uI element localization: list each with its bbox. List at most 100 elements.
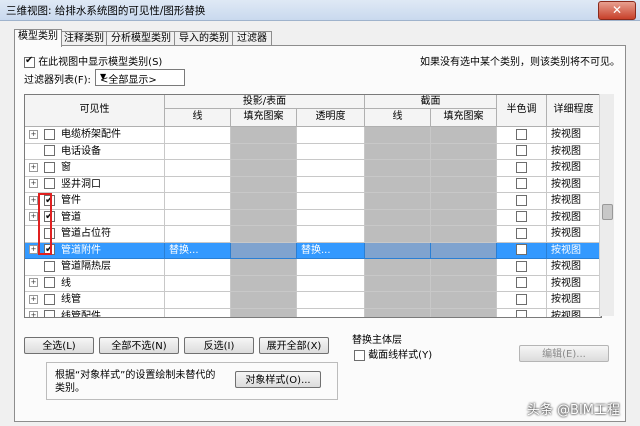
- override-cell[interactable]: [431, 143, 497, 160]
- override-cell[interactable]: [365, 259, 431, 276]
- expand-icon[interactable]: +: [29, 162, 38, 172]
- filter-list-dropdown[interactable]: <全部显示> ▼: [95, 69, 185, 86]
- visibility-checkbox[interactable]: [44, 128, 55, 140]
- object-styles-button[interactable]: 对象样式(O)...: [235, 371, 321, 388]
- halftone-checkbox[interactable]: [516, 260, 527, 272]
- override-cell[interactable]: [365, 127, 431, 144]
- header-visibility[interactable]: 可见性: [25, 95, 165, 127]
- row-category-cell[interactable]: + 线管配件: [25, 308, 165, 317]
- override-cell[interactable]: [165, 176, 231, 193]
- header-proj-fill[interactable]: 填充图案: [231, 109, 297, 127]
- override-cell[interactable]: [365, 176, 431, 193]
- halftone-checkbox[interactable]: [516, 227, 527, 239]
- override-cell[interactable]: [231, 209, 297, 226]
- override-cell[interactable]: [165, 209, 231, 226]
- override-cell[interactable]: [231, 176, 297, 193]
- visibility-checkbox[interactable]: [44, 178, 55, 189]
- halftone-cell[interactable]: [497, 292, 547, 309]
- override-cell[interactable]: [297, 275, 365, 292]
- override-cell[interactable]: [297, 292, 365, 309]
- row-category-cell[interactable]: 电话设备: [25, 143, 165, 160]
- override-cell[interactable]: [297, 193, 365, 210]
- override-cell[interactable]: 替换...: [297, 242, 365, 259]
- halftone-checkbox[interactable]: [516, 277, 527, 288]
- override-cell[interactable]: [431, 160, 497, 177]
- override-cell[interactable]: [165, 275, 231, 292]
- visibility-checkbox[interactable]: [44, 293, 55, 305]
- override-cell[interactable]: [365, 209, 431, 226]
- halftone-cell[interactable]: [497, 259, 547, 276]
- override-cell[interactable]: [431, 292, 497, 309]
- override-cell[interactable]: [231, 308, 297, 317]
- edit-button[interactable]: 编辑(E)...: [519, 345, 609, 362]
- expand-icon[interactable]: +: [29, 129, 38, 139]
- halftone-checkbox[interactable]: [516, 178, 527, 189]
- override-cell[interactable]: [365, 242, 431, 259]
- row-category-cell[interactable]: + 窗: [25, 160, 165, 177]
- detail-level-cell[interactable]: 按视图: [547, 127, 601, 144]
- override-cell[interactable]: [231, 275, 297, 292]
- expand-all-button[interactable]: 展开全部(X): [259, 337, 329, 354]
- halftone-cell[interactable]: [497, 176, 547, 193]
- visibility-checkbox[interactable]: [44, 277, 55, 288]
- detail-level-cell[interactable]: 按视图: [547, 226, 601, 243]
- override-cell[interactable]: [365, 143, 431, 160]
- override-cell[interactable]: [431, 127, 497, 144]
- halftone-checkbox[interactable]: [516, 244, 527, 255]
- override-cell[interactable]: [165, 226, 231, 243]
- tab-analytical-categories[interactable]: 分析模型类别: [106, 31, 176, 46]
- override-cell[interactable]: [431, 209, 497, 226]
- override-cell[interactable]: [231, 242, 297, 259]
- override-cell[interactable]: [431, 308, 497, 317]
- override-button[interactable]: 替换...: [165, 245, 199, 256]
- override-cell[interactable]: [365, 292, 431, 309]
- header-halftone[interactable]: 半色调: [497, 95, 547, 127]
- override-cell[interactable]: [431, 275, 497, 292]
- row-category-cell[interactable]: + 竖井洞口: [25, 176, 165, 193]
- override-cell[interactable]: [165, 259, 231, 276]
- show-model-option[interactable]: 在此视图中显示模型类别(S): [24, 53, 162, 68]
- halftone-cell[interactable]: [497, 160, 547, 177]
- halftone-checkbox[interactable]: [516, 145, 527, 156]
- override-cell[interactable]: [297, 226, 365, 243]
- halftone-cell[interactable]: [497, 275, 547, 292]
- override-cell[interactable]: [231, 193, 297, 210]
- override-cell[interactable]: [165, 127, 231, 144]
- override-cell[interactable]: [165, 193, 231, 210]
- visibility-checkbox[interactable]: [44, 145, 55, 156]
- visibility-checkbox[interactable]: [44, 260, 55, 272]
- override-cell[interactable]: [365, 308, 431, 317]
- override-cell[interactable]: 替换...: [165, 242, 231, 259]
- detail-level-cell[interactable]: 按视图: [547, 209, 601, 226]
- detail-level-cell[interactable]: 按视图: [547, 275, 601, 292]
- expand-icon[interactable]: +: [29, 278, 38, 287]
- header-cut-line[interactable]: 线: [365, 109, 431, 127]
- override-cell[interactable]: [231, 160, 297, 177]
- header-proj-line[interactable]: 线: [165, 109, 231, 127]
- override-cell[interactable]: [297, 160, 365, 177]
- halftone-checkbox[interactable]: [516, 293, 527, 305]
- expand-icon[interactable]: +: [29, 294, 38, 304]
- tab-model-categories[interactable]: 模型类别: [14, 29, 62, 47]
- expand-icon[interactable]: +: [29, 195, 38, 205]
- select-none-button[interactable]: 全部不选(N): [99, 337, 179, 354]
- halftone-checkbox[interactable]: [516, 310, 527, 317]
- override-cell[interactable]: [365, 226, 431, 243]
- override-cell[interactable]: [231, 226, 297, 243]
- tab-filters[interactable]: 过滤器: [232, 31, 272, 46]
- override-cell[interactable]: [165, 292, 231, 309]
- select-all-button[interactable]: 全选(L): [24, 337, 94, 354]
- override-cell[interactable]: [297, 176, 365, 193]
- override-cell[interactable]: [431, 242, 497, 259]
- scrollbar-thumb[interactable]: [602, 204, 613, 220]
- close-button[interactable]: ✕: [598, 1, 636, 20]
- override-cell[interactable]: [431, 226, 497, 243]
- override-cell[interactable]: [297, 127, 365, 144]
- halftone-checkbox[interactable]: [516, 194, 527, 206]
- halftone-cell[interactable]: [497, 127, 547, 144]
- detail-level-cell[interactable]: 按视图: [547, 292, 601, 309]
- header-cut-fill[interactable]: 填充图案: [431, 109, 497, 127]
- override-cell[interactable]: [231, 143, 297, 160]
- invert-selection-button[interactable]: 反选(I): [184, 337, 254, 354]
- override-cell[interactable]: [297, 143, 365, 160]
